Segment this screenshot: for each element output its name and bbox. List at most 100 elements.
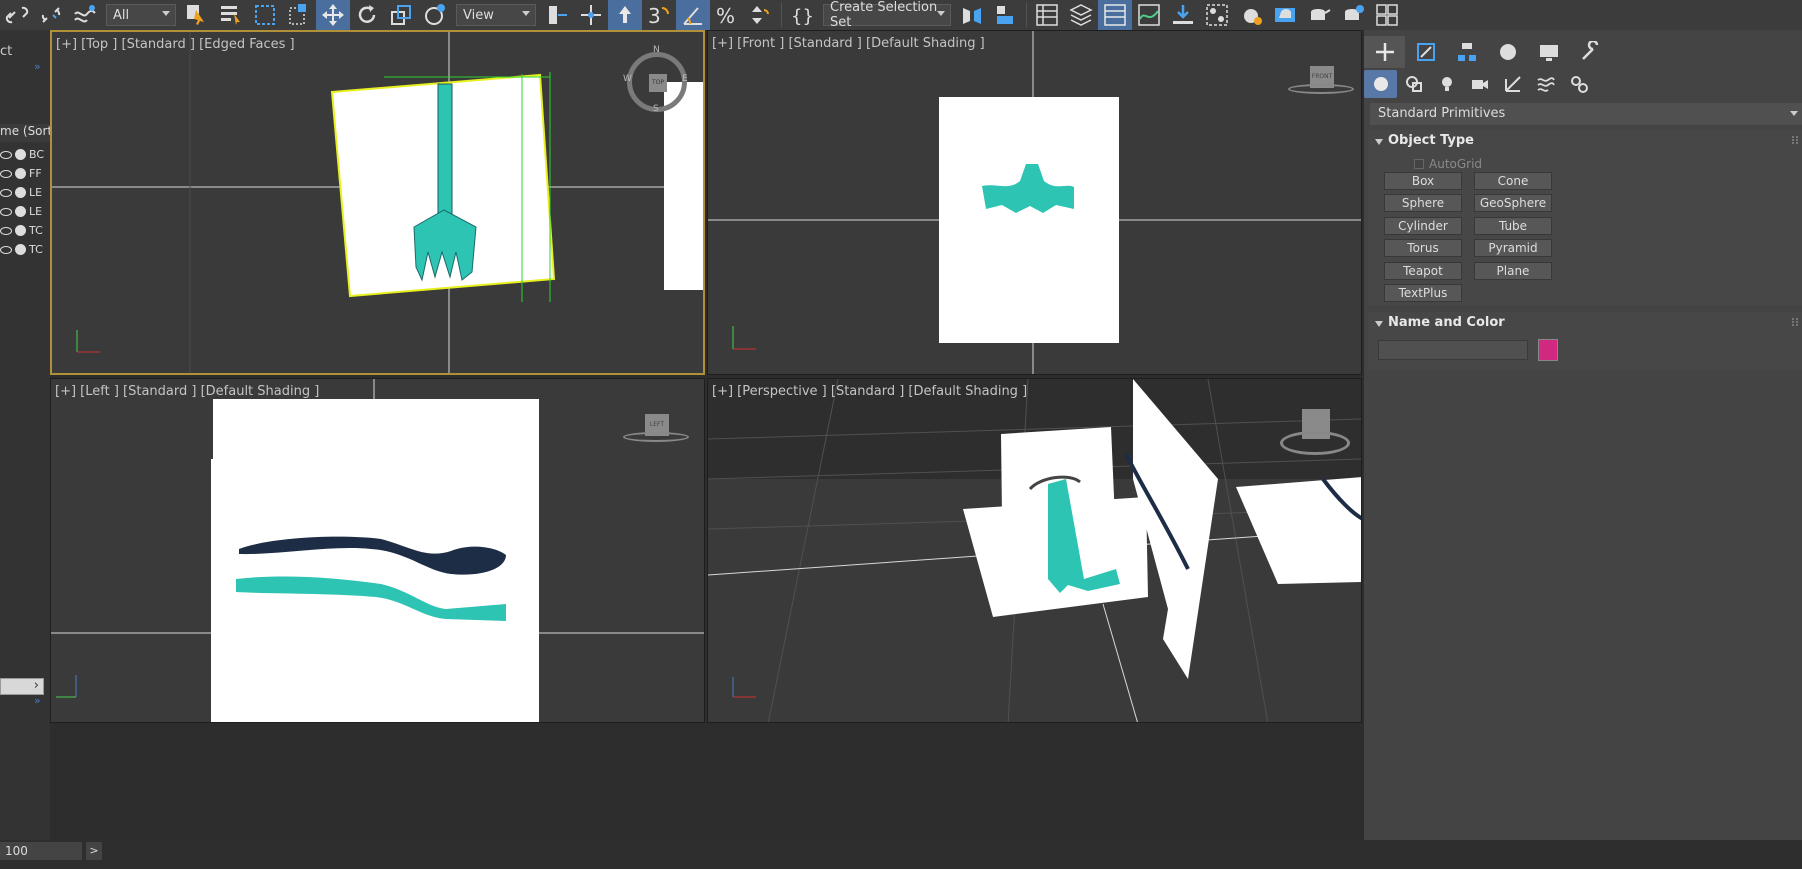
viewport-perspective[interactable]: [+] [Perspective ] [Standard ] [Default … <box>707 378 1362 723</box>
object-color-swatch[interactable] <box>1538 339 1558 361</box>
create-tab-icon[interactable] <box>1364 36 1405 68</box>
rect-selection-icon[interactable] <box>248 0 282 30</box>
viewport-front[interactable]: [+] [Front ] [Standard ] [Default Shadin… <box>707 30 1362 375</box>
cylinder-button[interactable]: Cylinder <box>1384 217 1462 235</box>
viewcube[interactable] <box>1280 409 1350 459</box>
next-frame-button[interactable]: > <box>86 842 102 860</box>
rollout-grip-icon[interactable] <box>1792 318 1798 326</box>
select-object-icon[interactable] <box>180 0 214 30</box>
render-cloud-icon[interactable] <box>1370 0 1404 30</box>
schematic-view-icon[interactable] <box>1166 0 1200 30</box>
render-dot-icon[interactable] <box>15 206 26 217</box>
selection-filter-dropdown[interactable]: All <box>106 4 176 26</box>
named-selection-set-dropdown[interactable]: Create Selection Set <box>823 0 951 30</box>
unlink-icon[interactable] <box>34 0 68 30</box>
viewport-label[interactable]: [+] [Front ] [Standard ] [Default Shadin… <box>712 36 985 51</box>
utilities-tab-icon[interactable] <box>1569 36 1610 68</box>
spinner-snap-icon[interactable] <box>744 0 778 30</box>
render-setup-icon[interactable] <box>1234 0 1268 30</box>
render-dot-icon[interactable] <box>15 244 26 255</box>
autogrid-checkbox[interactable]: AutoGrid <box>1414 157 1482 171</box>
motion-tab-icon[interactable] <box>1487 36 1528 68</box>
name-color-header[interactable]: Name and Color <box>1368 312 1802 334</box>
ribbon-toggle-icon[interactable] <box>1098 0 1132 30</box>
viewcube-ring[interactable] <box>623 432 689 442</box>
sphere-button[interactable]: Sphere <box>1384 194 1462 212</box>
visibility-eye-icon[interactable] <box>0 188 12 197</box>
tube-button[interactable]: Tube <box>1474 217 1552 235</box>
plane-button[interactable]: Plane <box>1474 262 1552 280</box>
explorer-scrollbar[interactable]: › <box>0 678 44 695</box>
chevron-right-icon[interactable]: › <box>34 678 39 693</box>
manipulate-icon[interactable] <box>574 0 608 30</box>
render-iterative-icon[interactable] <box>1336 0 1370 30</box>
visibility-eye-icon[interactable] <box>0 150 12 159</box>
bind-spacewarp-icon[interactable] <box>68 0 102 30</box>
cone-button[interactable]: Cone <box>1474 172 1552 190</box>
name-column-header[interactable]: me (Sorte <box>0 124 50 142</box>
rendered-frame-window-icon[interactable] <box>1268 0 1302 30</box>
pyramid-button[interactable]: Pyramid <box>1474 239 1552 257</box>
shapes-category-icon[interactable] <box>1397 70 1430 98</box>
window-crossing-icon[interactable] <box>282 0 316 30</box>
select-by-name-icon[interactable] <box>214 0 248 30</box>
viewport-label[interactable]: [+] [Left ] [Standard ] [Default Shading… <box>55 384 319 399</box>
align-icon[interactable] <box>989 0 1023 30</box>
layer-explorer-icon[interactable] <box>1064 0 1098 30</box>
move-icon[interactable] <box>316 0 350 30</box>
viewcube[interactable]: FRONT <box>1288 66 1354 96</box>
material-editor-icon[interactable] <box>1200 0 1234 30</box>
geosphere-button[interactable]: GeoSphere <box>1474 194 1552 212</box>
angle-snap-icon[interactable] <box>676 0 710 30</box>
rollout-grip-icon[interactable] <box>1792 136 1798 144</box>
teapot-button[interactable]: Teapot <box>1384 262 1462 280</box>
viewcube-compass[interactable]: TOP N S E W <box>623 45 688 114</box>
render-production-icon[interactable] <box>1302 0 1336 30</box>
modify-tab-icon[interactable] <box>1405 36 1446 68</box>
spacewarps-category-icon[interactable] <box>1529 70 1562 98</box>
visibility-eye-icon[interactable] <box>0 169 12 178</box>
viewcube-ring[interactable] <box>1280 431 1350 455</box>
render-dot-icon[interactable] <box>15 168 26 179</box>
primitive-type-dropdown[interactable]: Standard Primitives <box>1370 103 1802 125</box>
keyboard-shortcut-icon[interactable] <box>608 0 642 30</box>
geometry-category-icon[interactable] <box>1364 70 1397 98</box>
box-button[interactable]: Box <box>1384 172 1462 190</box>
viewport-left[interactable]: [+] [Left ] [Standard ] [Default Shading… <box>50 378 705 723</box>
pivot-icon[interactable] <box>540 0 574 30</box>
object-name-field[interactable] <box>1378 340 1528 360</box>
display-tab-icon[interactable] <box>1528 36 1569 68</box>
visibility-eye-icon[interactable] <box>0 207 12 216</box>
explorer-row[interactable]: LE <box>0 202 46 221</box>
edit-named-sets-icon[interactable]: {} <box>785 0 819 30</box>
ref-coord-dropdown[interactable]: View <box>456 4 536 26</box>
expand-chevron-icon[interactable]: » <box>34 60 41 73</box>
scale-icon[interactable] <box>384 0 418 30</box>
visibility-eye-icon[interactable] <box>0 226 12 235</box>
torus-button[interactable]: Torus <box>1384 239 1462 257</box>
rotate-icon[interactable] <box>350 0 384 30</box>
viewport-top[interactable]: [+] [Top ] [Standard ] [Edged Faces ] TO… <box>50 30 705 375</box>
visibility-eye-icon[interactable] <box>0 245 12 254</box>
viewport-label[interactable]: [+] [Top ] [Standard ] [Edged Faces ] <box>56 37 295 52</box>
render-dot-icon[interactable] <box>15 149 26 160</box>
explorer-row[interactable]: TC <box>0 240 46 259</box>
viewport-label[interactable]: [+] [Perspective ] [Standard ] [Default … <box>712 384 1027 399</box>
link-icon[interactable] <box>0 0 34 30</box>
checkbox-icon[interactable] <box>1414 159 1424 169</box>
curve-editor-icon[interactable] <box>1132 0 1166 30</box>
helpers-category-icon[interactable] <box>1496 70 1529 98</box>
explorer-row[interactable]: LE <box>0 183 46 202</box>
hierarchy-tab-icon[interactable] <box>1446 36 1487 68</box>
explorer-row[interactable]: BC <box>0 145 46 164</box>
viewcube-face[interactable]: TOP <box>649 74 667 92</box>
viewcube[interactable]: LEFT <box>623 414 689 444</box>
placement-icon[interactable] <box>418 0 452 30</box>
explorer-row[interactable]: FF <box>0 164 46 183</box>
scene-explorer-icon[interactable] <box>1030 0 1064 30</box>
render-dot-icon[interactable] <box>15 225 26 236</box>
lights-category-icon[interactable] <box>1430 70 1463 98</box>
percent-snap-icon[interactable]: % <box>710 0 744 30</box>
render-dot-icon[interactable] <box>15 187 26 198</box>
cameras-category-icon[interactable] <box>1463 70 1496 98</box>
